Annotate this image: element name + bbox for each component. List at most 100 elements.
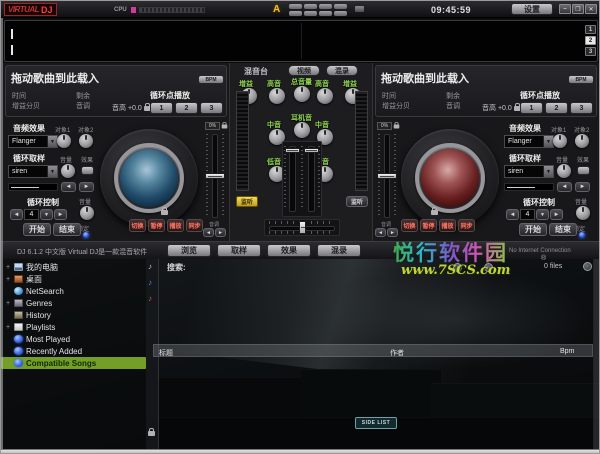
play-button[interactable]: 播放	[439, 219, 456, 232]
high-knob-r[interactable]	[317, 88, 333, 104]
sample-next-button[interactable]: ►	[79, 182, 94, 192]
sample-volume-knob[interactable]	[61, 164, 75, 178]
play-button[interactable]: 播放	[167, 219, 184, 232]
browser-refresh-icon[interactable]	[484, 263, 493, 272]
sample-volume-knob[interactable]	[557, 164, 571, 178]
tab-sampler[interactable]: 取样	[217, 244, 261, 257]
loop-in-button[interactable]: 开始	[519, 223, 547, 236]
pitch-bend-up[interactable]: ►	[215, 228, 226, 237]
deck-lock-icon[interactable]	[431, 207, 438, 215]
layout-slots[interactable]	[289, 4, 351, 16]
high-knob-l[interactable]	[269, 88, 285, 104]
sidebar-item-playlists[interactable]: + Playlists	[1, 321, 146, 333]
pitch-fader-handle[interactable]	[205, 173, 225, 179]
deck-right-header[interactable]: 拖动歌曲到此载入 时间 剩余 增益分贝 音调 音高 +0.0 BPM 循环点播放…	[375, 65, 597, 117]
sample-fx-button[interactable]	[81, 166, 94, 175]
cue-button-2[interactable]: 2	[545, 102, 568, 114]
sidebar-item-compatible-songs[interactable]: Compatible Songs	[1, 357, 146, 369]
wave-slot-1[interactable]: 1	[585, 25, 596, 34]
loop-menu-button[interactable]: ▼	[40, 209, 53, 220]
deck-left-header[interactable]: 拖动歌曲到此载入 时间 剩余 增益分贝 音调 音高 +0.0 BPM 循环点播放…	[5, 65, 227, 117]
loop-out-button[interactable]: 结束	[53, 223, 81, 236]
music-note-red-icon[interactable]: ♪	[148, 294, 152, 303]
fx-knob-1[interactable]	[57, 134, 71, 148]
pitch-bend-up[interactable]: ►	[387, 228, 398, 237]
loop-double-button[interactable]: ►	[550, 209, 563, 220]
layout-mini-slot[interactable]	[355, 6, 364, 12]
stutter-button[interactable]: 暂停	[148, 219, 165, 232]
chevron-down-icon[interactable]: ▼	[543, 166, 553, 177]
column-artist[interactable]: 作者	[390, 348, 404, 358]
files-option-icon[interactable]	[583, 262, 592, 271]
crossfader[interactable]	[264, 219, 340, 236]
minimize-button[interactable]: –	[559, 4, 571, 14]
sample-fx-button[interactable]	[577, 166, 590, 175]
volume-fader-track-r[interactable]	[308, 146, 315, 212]
pfl-button-right[interactable]: 监听	[346, 196, 368, 207]
sidelist-button[interactable]: SIDE LIST	[355, 417, 397, 429]
crossfader-handle[interactable]	[299, 221, 306, 234]
loop-lock-led[interactable]	[83, 232, 89, 238]
fx-knob-2[interactable]	[79, 134, 93, 148]
loop-volume-knob[interactable]	[80, 206, 94, 220]
sidebar-item-most-played[interactable]: Most Played	[1, 333, 146, 345]
loop-double-button[interactable]: ►	[54, 209, 67, 220]
expand-icon[interactable]: +	[5, 324, 11, 331]
pitch-fader-handle[interactable]	[377, 173, 397, 179]
loop-half-button[interactable]: ◄	[10, 209, 23, 220]
sample-next-button[interactable]: ►	[575, 182, 590, 192]
cue-button-2[interactable]: 2	[175, 102, 198, 114]
fx-select[interactable]: Flanger ▼	[504, 135, 554, 148]
tab-video[interactable]: 视频	[288, 65, 320, 76]
cue-button-3[interactable]: 3	[200, 102, 223, 114]
music-note-icon[interactable]: ♪	[148, 262, 152, 271]
chevron-down-icon[interactable]: ▼	[47, 166, 57, 177]
volume-fader-track-l[interactable]	[289, 146, 296, 212]
stutter-button[interactable]: 暂停	[420, 219, 437, 232]
loop-in-button[interactable]: 开始	[23, 223, 51, 236]
cue-button[interactable]: 切换	[401, 219, 418, 232]
sync-button[interactable]: 同步	[458, 219, 475, 232]
cue-button-1[interactable]: 1	[150, 102, 173, 114]
wave-slot-3[interactable]: 3	[585, 47, 596, 56]
loop-out-button[interactable]: 结束	[549, 223, 577, 236]
tab-browse[interactable]: 浏览	[167, 244, 211, 257]
fx-knob-1[interactable]	[553, 134, 567, 148]
loop-lock-led[interactable]	[579, 232, 585, 238]
bpm-button[interactable]: BPM	[568, 75, 594, 84]
cue-button-3[interactable]: 3	[570, 102, 593, 114]
expand-icon[interactable]: +	[5, 264, 11, 271]
jog-wheel[interactable]	[401, 129, 499, 227]
expand-icon[interactable]: +	[5, 300, 11, 307]
cue-button[interactable]: 切换	[129, 219, 146, 232]
tab-effects[interactable]: 效果	[267, 244, 311, 257]
sidebar-item-recently-added[interactable]: Recently Added	[1, 345, 146, 357]
settings-button[interactable]: 设置	[511, 3, 553, 15]
tab-mixer[interactable]: 混音台	[244, 66, 268, 77]
sidebar-item-history[interactable]: History	[1, 309, 146, 321]
tab-record[interactable]: 混录	[326, 65, 358, 76]
pitch-bend-down[interactable]: ◄	[375, 228, 386, 237]
pfl-button-left[interactable]: 监听	[236, 196, 258, 207]
maximize-button[interactable]: ❒	[572, 4, 584, 14]
column-bpm[interactable]: Bpm	[560, 348, 574, 355]
sample-select[interactable]: siren ▼	[504, 165, 554, 178]
browser-option-icon[interactable]	[453, 263, 462, 272]
chevron-down-icon[interactable]: ▼	[47, 136, 57, 147]
sidebar-item-desktop[interactable]: + 桌面	[1, 273, 146, 285]
sidebar-item-my-computer[interactable]: + 我的电脑	[1, 261, 146, 273]
fx-select[interactable]: Flanger ▼	[8, 135, 58, 148]
fx-knob-2[interactable]	[575, 134, 589, 148]
phones-knob[interactable]	[294, 122, 310, 138]
jog-wheel[interactable]	[100, 129, 198, 227]
master-knob[interactable]	[294, 86, 310, 102]
deck-lock-icon[interactable]	[161, 207, 168, 215]
loop-menu-button[interactable]: ▼	[536, 209, 549, 220]
loop-volume-knob[interactable]	[576, 206, 590, 220]
sample-select[interactable]: siren ▼	[8, 165, 58, 178]
sample-prev-button[interactable]: ◄	[61, 182, 76, 192]
cue-button-1[interactable]: 1	[520, 102, 543, 114]
volume-fader-handle-l[interactable]	[285, 148, 300, 153]
rhythm-waveform-panel[interactable]: 1 2 3	[4, 20, 598, 62]
pitch-lock-icon[interactable]	[221, 122, 228, 129]
